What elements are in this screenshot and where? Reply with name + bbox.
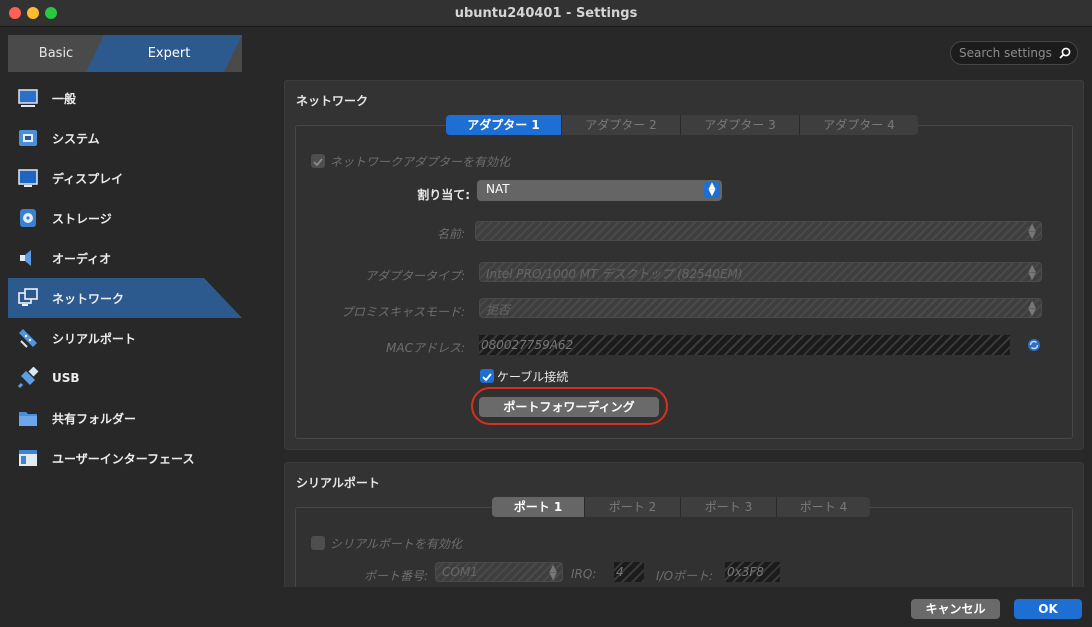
tab-adapter-2[interactable]: アダプター 2	[562, 115, 681, 135]
port-number-select[interactable]: COM1 ▲ ▼	[435, 562, 563, 582]
chevron-updown-icon: ▲ ▼	[1028, 299, 1036, 318]
chevron-updown-icon: ▲ ▼	[704, 182, 720, 198]
network-section-title: ネットワーク	[296, 94, 369, 108]
mac-address-value: 080027759A62	[481, 338, 574, 352]
adapter-type-select[interactable]: Intel PRO/1000 MT デスクトップ (82540EM) ▲ ▼	[479, 262, 1042, 282]
sidebar-item-serial-port[interactable]: シリアルポート	[8, 318, 248, 358]
cable-connected-label: ケーブル接続	[497, 370, 569, 384]
sidebar-item-label: USB	[52, 371, 80, 385]
tab-port-2[interactable]: ポート 2	[585, 497, 681, 517]
chevron-updown-icon: ▲ ▼	[549, 563, 557, 582]
io-port-field[interactable]: 0x3F8	[725, 562, 780, 582]
cancel-button[interactable]: キャンセル	[911, 599, 1000, 619]
cable-connected-checkbox[interactable]	[480, 369, 494, 383]
sidebar: 一般 システム ディスプレイ ストレージ オーディオ ネットワーク シリアルポー…	[8, 78, 248, 478]
name-select[interactable]: ▲ ▼	[475, 221, 1042, 241]
shared-folder-icon	[19, 412, 37, 426]
enable-adapter-checkbox[interactable]	[311, 154, 325, 168]
port-number-label: ポート番号:	[363, 569, 428, 583]
adapter-tabs: アダプター 1 アダプター 2 アダプター 3 アダプター 4	[446, 115, 918, 135]
tab-adapter-4[interactable]: アダプター 4	[800, 115, 918, 135]
io-port-label: I/Oポート:	[656, 569, 714, 583]
promiscuous-mode-label: プロミスキャスモード:	[340, 305, 465, 319]
sidebar-item-system[interactable]: システム	[8, 118, 248, 158]
checkmark-icon	[313, 158, 323, 167]
sidebar-item-storage[interactable]: ストレージ	[8, 198, 248, 238]
sidebar-item-label: ストレージ	[52, 211, 112, 226]
serial-port-section-title: シリアルポート	[296, 476, 380, 490]
storage-icon	[20, 209, 36, 227]
tab-port-3[interactable]: ポート 3	[681, 497, 777, 517]
irq-field[interactable]: 4	[614, 562, 644, 582]
tab-port-4[interactable]: ポート 4	[777, 497, 870, 517]
adapter-type-label: アダプタータイプ:	[364, 269, 465, 283]
sidebar-item-label: ディスプレイ	[52, 171, 124, 186]
display-icon	[18, 169, 38, 187]
general-icon	[18, 89, 38, 107]
promiscuous-mode-select[interactable]: 拒否 ▲ ▼	[479, 298, 1042, 318]
checkmark-icon	[482, 373, 492, 382]
sidebar-item-usb[interactable]: USB	[8, 358, 248, 398]
network-section: ネットワーク アダプター 1 アダプター 2 アダプター 3 アダプター 4 ネ…	[284, 80, 1084, 450]
serial-port-icon	[19, 329, 37, 348]
sidebar-item-label: オーディオ	[52, 251, 112, 266]
refresh-mac-icon[interactable]	[1026, 337, 1042, 353]
enable-serial-label: シリアルポートを有効化	[330, 537, 462, 551]
sidebar-item-label: システム	[52, 131, 100, 146]
mac-address-label: MACアドレス:	[386, 341, 465, 355]
sidebar-item-user-interface[interactable]: ユーザーインターフェース	[8, 438, 248, 478]
enable-serial-checkbox[interactable]	[311, 536, 325, 550]
attached-to-value: NAT	[486, 182, 510, 196]
sidebar-item-label: 一般	[52, 91, 77, 106]
search-icon[interactable]	[1058, 46, 1072, 60]
search-placeholder: Search settings	[959, 46, 1052, 60]
enable-adapter-label: ネットワークアダプターを有効化	[330, 155, 511, 169]
sidebar-item-label: 共有フォルダー	[52, 411, 137, 426]
io-port-value: 0x3F8	[727, 565, 764, 579]
ok-button[interactable]: OK	[1014, 599, 1082, 619]
port-number-value: COM1	[442, 565, 478, 579]
expert-mode-label: Expert	[147, 46, 191, 61]
tab-adapter-1[interactable]: アダプター 1	[446, 115, 562, 135]
sidebar-item-label: ネットワーク	[52, 291, 125, 306]
sidebar-item-display[interactable]: ディスプレイ	[8, 158, 248, 198]
mac-address-field[interactable]: 080027759A62	[479, 335, 1010, 355]
tab-adapter-3[interactable]: アダプター 3	[681, 115, 800, 135]
attached-to-label: 割り当て:	[417, 188, 470, 202]
irq-value: 4	[616, 565, 624, 579]
network-icon	[18, 288, 38, 306]
chevron-updown-icon: ▲ ▼	[1028, 222, 1036, 241]
irq-label: IRQ:	[571, 567, 597, 581]
serial-port-section: シリアルポート ポート 1 ポート 2 ポート 3 ポート 4 シリアルポートを…	[284, 462, 1084, 587]
port-forwarding-button[interactable]: ポートフォワーディング	[479, 397, 659, 417]
settings-window: ubuntu240401 - Settings Basic Expert Sea…	[0, 0, 1092, 627]
name-label: 名前:	[436, 227, 465, 241]
promiscuous-mode-value: 拒否	[486, 303, 511, 317]
audio-icon	[20, 250, 31, 266]
port-tabs: ポート 1 ポート 2 ポート 3 ポート 4	[492, 497, 870, 517]
sidebar-item-shared-folder[interactable]: 共有フォルダー	[8, 398, 248, 438]
sidebar-item-label: ユーザーインターフェース	[52, 451, 195, 466]
usb-icon	[17, 367, 39, 389]
sidebar-item-network[interactable]: ネットワーク	[8, 278, 242, 318]
attached-to-select[interactable]: NAT ▲ ▼	[477, 180, 722, 201]
search-input[interactable]: Search settings	[950, 41, 1078, 65]
user-interface-icon	[19, 450, 37, 466]
tab-port-1[interactable]: ポート 1	[492, 497, 585, 517]
chevron-updown-icon: ▲ ▼	[1028, 263, 1036, 282]
sidebar-item-audio[interactable]: オーディオ	[8, 238, 248, 278]
sidebar-item-label: シリアルポート	[52, 331, 136, 346]
adapter-type-value: Intel PRO/1000 MT デスクトップ (82540EM)	[486, 267, 743, 281]
title-bar: ubuntu240401 - Settings	[0, 0, 1092, 27]
expert-mode-button[interactable]: Expert	[86, 35, 242, 72]
mode-switch: Basic Expert	[8, 35, 242, 72]
system-icon	[19, 130, 37, 146]
window-title: ubuntu240401 - Settings	[454, 6, 638, 21]
sidebar-item-general[interactable]: 一般	[8, 78, 248, 118]
